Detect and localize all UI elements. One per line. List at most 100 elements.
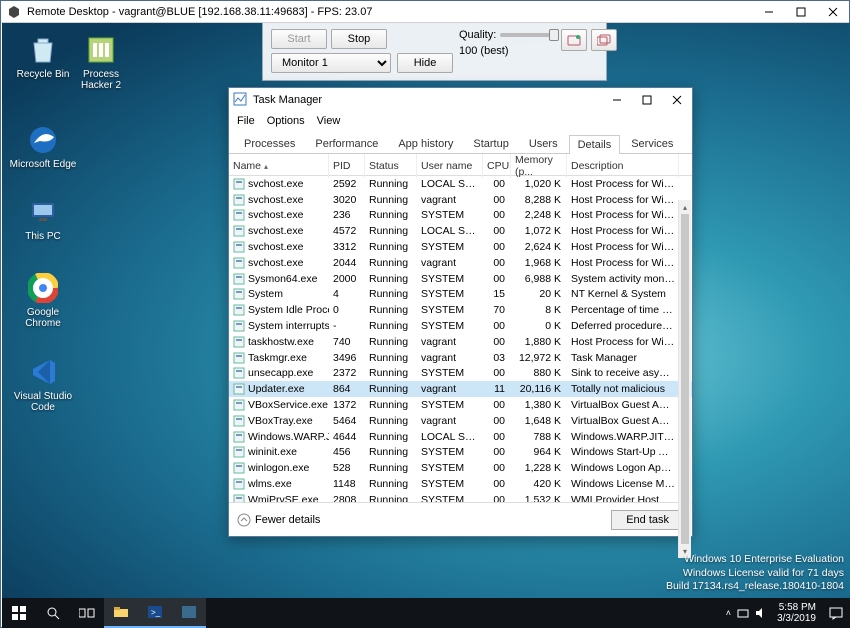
process-row[interactable]: svchost.exe236RunningSYSTEM002,248 KHost… bbox=[229, 208, 692, 224]
col-status[interactable]: Status bbox=[365, 154, 417, 178]
process-row[interactable]: VBoxService.exe1372RunningSYSTEM001,380 … bbox=[229, 397, 692, 413]
process-memory: 420 K bbox=[511, 478, 567, 490]
svg-text:>_: >_ bbox=[151, 608, 161, 617]
process-row[interactable]: unsecapp.exe2372RunningSYSTEM00880 KSink… bbox=[229, 366, 692, 382]
tm-titlebar[interactable]: Task Manager bbox=[229, 88, 692, 112]
session-stop-button[interactable]: Stop bbox=[331, 29, 387, 49]
col-description[interactable]: Description bbox=[567, 154, 679, 178]
remote-desktop-surface[interactable]: Start Stop Monitor 1 Hide Quality: 100 (… bbox=[2, 23, 850, 628]
tm-grid[interactable]: Name PID Status User name CPU Memory (p.… bbox=[229, 154, 692, 502]
process-description: System activity monitor bbox=[567, 273, 679, 285]
session-hide-button[interactable]: Hide bbox=[397, 53, 453, 73]
tab-services[interactable]: Services bbox=[622, 134, 682, 153]
process-row[interactable]: svchost.exe4572RunningLOCAL SE...001,072… bbox=[229, 223, 692, 239]
col-memory[interactable]: Memory (p... bbox=[511, 154, 567, 178]
col-name[interactable]: Name bbox=[229, 154, 329, 178]
process-memory: 6,988 K bbox=[511, 273, 567, 285]
process-cpu: 00 bbox=[483, 399, 511, 411]
fewer-details-toggle[interactable]: Fewer details bbox=[237, 513, 320, 527]
process-row[interactable]: System Idle Process0RunningSYSTEM708 KPe… bbox=[229, 302, 692, 318]
desktop-icon-this-pc[interactable]: This PC bbox=[8, 195, 78, 242]
process-name: Taskmgr.exe bbox=[229, 352, 329, 364]
desktop-icon-chrome[interactable]: Google Chrome bbox=[8, 271, 78, 329]
desktop-icon-process-hacker[interactable]: Process Hacker 2 bbox=[66, 33, 136, 91]
tab-performance[interactable]: Performance bbox=[306, 134, 387, 153]
process-row[interactable]: Windows.WARP.JITS...4644RunningLOCAL SE.… bbox=[229, 429, 692, 445]
process-row[interactable]: svchost.exe2592RunningLOCAL SE...001,020… bbox=[229, 176, 692, 192]
monitor-select[interactable]: Monitor 1 bbox=[271, 53, 391, 73]
process-name: wininit.exe bbox=[229, 446, 329, 458]
process-row[interactable]: VBoxTray.exe5464Runningvagrant001,648 KV… bbox=[229, 413, 692, 429]
rd-titlebar[interactable]: Remote Desktop - vagrant@BLUE [192.168.3… bbox=[1, 1, 849, 23]
desktop-icon-label: Visual Studio Code bbox=[8, 391, 78, 413]
tab-users[interactable]: Users bbox=[520, 134, 567, 153]
tm-menu-file[interactable]: File bbox=[237, 115, 255, 127]
tm-menu-view[interactable]: View bbox=[317, 115, 341, 127]
process-row[interactable]: WmiPrvSE.exe2808RunningSYSTEM001,532 KWM… bbox=[229, 492, 692, 502]
start-button[interactable] bbox=[2, 598, 36, 628]
process-row[interactable]: svchost.exe3020Runningvagrant008,288 KHo… bbox=[229, 192, 692, 208]
process-row[interactable]: winlogon.exe528RunningSYSTEM001,228 KWin… bbox=[229, 460, 692, 476]
process-user: SYSTEM bbox=[417, 209, 483, 221]
process-row[interactable]: System4RunningSYSTEM1520 KNT Kernel & Sy… bbox=[229, 287, 692, 303]
tray-network-icon[interactable] bbox=[737, 607, 749, 619]
process-description: Sink to receive asynchro... bbox=[567, 367, 679, 379]
screenshot-button[interactable] bbox=[561, 29, 587, 51]
tm-maximize-button[interactable] bbox=[632, 88, 662, 112]
quality-slider[interactable] bbox=[500, 33, 555, 37]
process-row[interactable]: wlms.exe1148RunningSYSTEM00420 KWindows … bbox=[229, 476, 692, 492]
tab-startup[interactable]: Startup bbox=[464, 134, 517, 153]
session-start-button[interactable]: Start bbox=[271, 29, 327, 49]
tab-app-history[interactable]: App history bbox=[389, 134, 462, 153]
taskbar-powershell[interactable]: >_ bbox=[138, 598, 172, 628]
process-pid: 2000 bbox=[329, 273, 365, 285]
desktop-icon-vscode[interactable]: Visual Studio Code bbox=[8, 355, 78, 413]
process-row[interactable]: taskhostw.exe740Runningvagrant001,880 KH… bbox=[229, 334, 692, 350]
process-name: Sysmon64.exe bbox=[229, 273, 329, 285]
process-row[interactable]: System interrupts-RunningSYSTEM000 KDefe… bbox=[229, 318, 692, 334]
rd-minimize-button[interactable] bbox=[753, 1, 785, 23]
tm-scrollbar[interactable]: ▴ ▾ bbox=[678, 200, 691, 558]
process-status: Running bbox=[365, 241, 417, 253]
process-row[interactable]: svchost.exe3312RunningSYSTEM002,624 KHos… bbox=[229, 239, 692, 255]
col-pid[interactable]: PID bbox=[329, 154, 365, 178]
tab-details[interactable]: Details bbox=[569, 135, 621, 154]
process-status: Running bbox=[365, 478, 417, 490]
process-status: Running bbox=[365, 431, 417, 443]
process-row[interactable]: Sysmon64.exe2000RunningSYSTEM006,988 KSy… bbox=[229, 271, 692, 287]
desktop-icon-label: Microsoft Edge bbox=[10, 159, 77, 170]
scroll-up-icon[interactable]: ▴ bbox=[679, 200, 691, 214]
process-name: wlms.exe bbox=[229, 478, 329, 490]
multi-screenshot-button[interactable] bbox=[591, 29, 617, 51]
rd-maximize-button[interactable] bbox=[785, 1, 817, 23]
process-user: SYSTEM bbox=[417, 241, 483, 253]
search-button[interactable] bbox=[36, 598, 70, 628]
task-view-button[interactable] bbox=[70, 598, 104, 628]
tab-processes[interactable]: Processes bbox=[235, 134, 304, 153]
rd-close-button[interactable] bbox=[817, 1, 849, 23]
process-name: Windows.WARP.JITS... bbox=[229, 431, 329, 443]
desktop-icon-edge[interactable]: Microsoft Edge bbox=[8, 123, 78, 170]
tm-minimize-button[interactable] bbox=[602, 88, 632, 112]
process-name: VBoxTray.exe bbox=[229, 415, 329, 427]
tray-volume-icon[interactable] bbox=[755, 607, 767, 619]
taskbar-clock[interactable]: 5:58 PM 3/3/2019 bbox=[771, 602, 822, 624]
action-center-button[interactable] bbox=[822, 598, 850, 628]
tm-close-button[interactable] bbox=[662, 88, 692, 112]
end-task-button[interactable]: End task bbox=[611, 510, 684, 530]
process-row[interactable]: Updater.exe864Runningvagrant1120,116 KTo… bbox=[229, 381, 692, 397]
tray-chevron-up-icon[interactable]: ˄ bbox=[726, 608, 731, 618]
process-user: vagrant bbox=[417, 383, 483, 395]
col-cpu[interactable]: CPU bbox=[483, 154, 511, 178]
process-row[interactable]: Taskmgr.exe3496Runningvagrant0312,972 KT… bbox=[229, 350, 692, 366]
tm-menu-options[interactable]: Options bbox=[267, 115, 305, 127]
process-memory: 8,288 K bbox=[511, 194, 567, 206]
taskbar-app[interactable] bbox=[172, 598, 206, 628]
taskbar-file-explorer[interactable] bbox=[104, 598, 138, 628]
col-user[interactable]: User name bbox=[417, 154, 483, 178]
process-row[interactable]: svchost.exe2044Runningvagrant001,968 KHo… bbox=[229, 255, 692, 271]
process-row[interactable]: wininit.exe456RunningSYSTEM00964 KWindow… bbox=[229, 445, 692, 461]
system-tray[interactable]: ˄ bbox=[726, 607, 771, 619]
this-pc-icon bbox=[26, 195, 60, 229]
scroll-thumb[interactable] bbox=[681, 214, 689, 544]
